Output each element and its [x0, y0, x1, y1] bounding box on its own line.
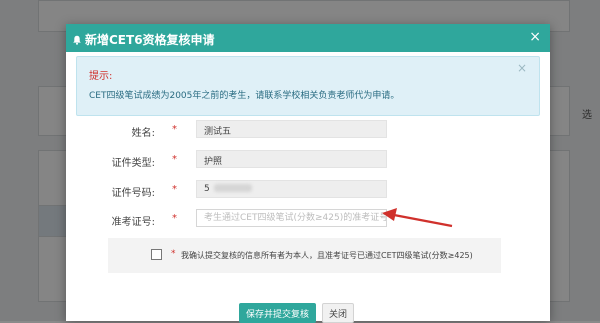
- dialog-title-wrap: 新增CET6资格复核申请: [72, 31, 215, 48]
- confirm-checkbox[interactable]: [151, 249, 162, 260]
- name-required-mark: *: [172, 124, 177, 135]
- id-type-value: 护照: [204, 157, 223, 167]
- notice-alert: 提示: CET四级笔试成绩为2005年之前的考生，请联系学校相关负责老师代为申请…: [76, 56, 540, 116]
- ticket-number-required-mark: *: [172, 213, 177, 224]
- confirm-required-mark: *: [171, 249, 176, 259]
- red-arrow-icon: [382, 208, 453, 228]
- redacted-blur: [213, 184, 252, 192]
- save-and-submit-button[interactable]: 保存并提交复核: [239, 303, 316, 323]
- id-type-required-mark: *: [172, 154, 177, 165]
- id-number-required-mark: *: [172, 184, 177, 195]
- close-button[interactable]: 关闭: [322, 303, 354, 323]
- id-type-label: 证件类型:: [111, 158, 155, 169]
- alert-close-icon[interactable]: ×: [517, 61, 527, 75]
- dialog-header: 新增CET6资格复核申请 ×: [66, 24, 550, 52]
- id-number-value: 5: [204, 184, 210, 194]
- id-number-field: 5: [196, 180, 387, 198]
- close-icon[interactable]: ×: [529, 29, 541, 45]
- cet6-review-dialog: 新增CET6资格复核申请 × 提示: CET四级笔试成绩为2005年之前的考生，…: [66, 24, 550, 323]
- alert-title: 提示:: [89, 71, 113, 82]
- ticket-number-label: 准考证号:: [111, 217, 155, 228]
- dialog-title: 新增CET6资格复核申请: [85, 33, 215, 47]
- name-value: 测试五: [204, 127, 232, 137]
- bell-icon: [73, 35, 81, 45]
- confirm-section: * 我确认提交复核的信息所有者为本人，且准考证号已通过CET四级笔试(分数≥42…: [108, 238, 501, 273]
- name-field: 测试五: [196, 120, 387, 138]
- confirm-label: 我确认提交复核的信息所有者为本人，且准考证号已通过CET四级笔试(分数≥425): [181, 251, 473, 260]
- name-label: 姓名:: [131, 128, 155, 139]
- alert-message: CET四级笔试成绩为2005年之前的考生，请联系学校相关负责老师代为申请。: [89, 91, 400, 101]
- id-type-field: 护照: [196, 150, 387, 168]
- id-number-label: 证件号码:: [111, 188, 155, 199]
- ticket-number-input[interactable]: [196, 209, 387, 227]
